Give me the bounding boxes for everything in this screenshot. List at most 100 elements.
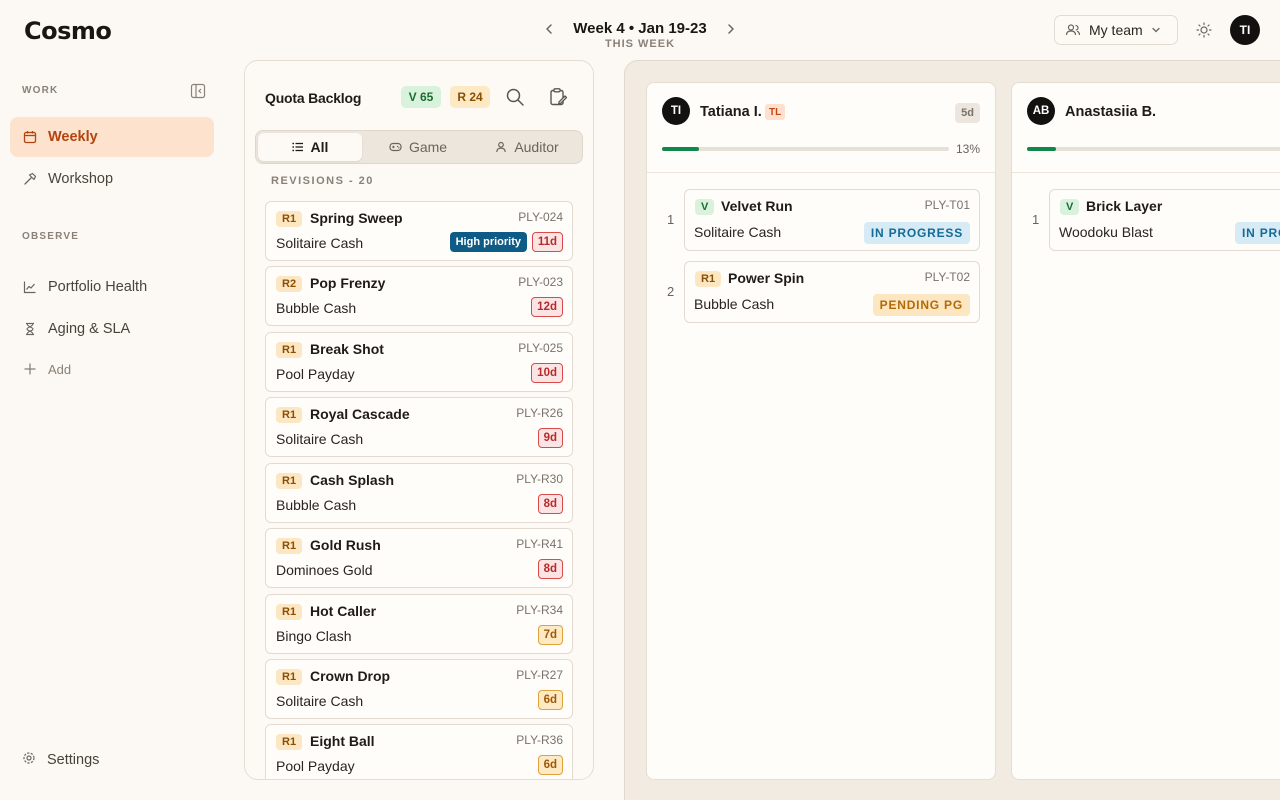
card-game: Pool Payday bbox=[276, 758, 355, 774]
type-tag: V bbox=[695, 199, 715, 215]
column-header: TI Tatiana I. TL 5d 13% bbox=[647, 83, 995, 173]
team-board: TI Tatiana I. TL 5d 13% 1 V Velvet Run P… bbox=[624, 60, 1280, 800]
chevron-left-icon bbox=[546, 24, 552, 34]
settings-label: Settings bbox=[47, 752, 100, 768]
search-icon bbox=[506, 88, 524, 106]
collapse-sidebar-button[interactable] bbox=[190, 83, 206, 99]
revision-tag: R1 bbox=[276, 734, 303, 750]
days-badge: 5d bbox=[955, 103, 980, 123]
backlog-card[interactable]: R1 Cash Splash PLY-R30 Bubble Cash 8d bbox=[265, 463, 573, 523]
card-name: Gold Rush bbox=[310, 537, 381, 553]
task-name: Brick Layer bbox=[1086, 198, 1163, 214]
status-badge: IN PROGRESS bbox=[1235, 222, 1280, 244]
task-name: Power Spin bbox=[728, 270, 805, 286]
card-game: Bubble Cash bbox=[276, 300, 357, 316]
plus-icon bbox=[23, 362, 37, 376]
task-code: PLY-T01 bbox=[924, 198, 970, 212]
tab-label: Game bbox=[408, 139, 448, 155]
backlog-clipboard-button[interactable] bbox=[548, 87, 568, 107]
sidebar-section-observe: OBSERVE bbox=[22, 231, 80, 242]
week-navigator: Week 4 • Jan 19-23 THIS WEEK bbox=[540, 14, 740, 52]
card-game: Bingo Clash bbox=[276, 628, 352, 644]
backlog-card[interactable]: R1 Royal Cascade PLY-R26 Solitaire Cash 9d bbox=[265, 397, 573, 457]
card-code: PLY-025 bbox=[518, 341, 563, 355]
tab-label: All bbox=[310, 139, 329, 155]
week-title: Week 4 • Jan 19-23 bbox=[573, 20, 707, 37]
card-code: PLY-R36 bbox=[516, 733, 563, 747]
card-code: PLY-023 bbox=[518, 275, 563, 289]
member-avatar: TI bbox=[662, 97, 690, 125]
sidebar-item-workshop[interactable]: Workshop bbox=[10, 159, 214, 199]
sidebar-section-work: WORK bbox=[22, 85, 59, 96]
card-name: Break Shot bbox=[310, 341, 384, 357]
progress-fill bbox=[662, 147, 700, 151]
tab-game[interactable]: Game bbox=[366, 133, 470, 161]
card-game: Pool Payday bbox=[276, 366, 355, 382]
v-count-badge: V 65 bbox=[401, 86, 441, 108]
task-card[interactable]: R1 Power Spin PLY-T02 Bubble Cash PENDIN… bbox=[684, 261, 980, 323]
card-code: PLY-R26 bbox=[516, 406, 563, 420]
backlog-card[interactable]: R1 Crown Drop PLY-R27 Solitaire Cash 6d bbox=[265, 659, 573, 719]
sidebar-add-label: Add bbox=[48, 361, 72, 377]
task-card[interactable]: V Brick Layer Woodoku Blast IN PROGRESS bbox=[1049, 189, 1280, 251]
type-tag: R1 bbox=[695, 271, 722, 287]
task-code: PLY-T02 bbox=[924, 270, 970, 284]
sidebar-item-settings[interactable]: Settings bbox=[22, 750, 99, 770]
chevron-down-icon bbox=[1152, 27, 1160, 33]
backlog-search-button[interactable] bbox=[505, 87, 525, 107]
backlog-card[interactable]: R1 Eight Ball PLY-R36 Pool Payday 6d bbox=[265, 724, 573, 779]
hourglass-icon bbox=[23, 322, 37, 336]
logo-text: Cosmo bbox=[24, 17, 112, 45]
board-column-anastasiia: AB Anastasiia B. 1 V Brick Layer Woodoku… bbox=[1011, 82, 1280, 780]
sidebar-item-label: Weekly bbox=[48, 129, 98, 145]
backlog-filter-tabs: All Game Auditor bbox=[255, 130, 583, 164]
task-card[interactable]: V Velvet Run PLY-T01 Solitaire Cash IN P… bbox=[684, 189, 980, 251]
card-game: Solitaire Cash bbox=[276, 431, 364, 447]
card-code: PLY-R27 bbox=[516, 668, 563, 682]
revisions-section-header: REVISIONS - 20 bbox=[271, 175, 374, 187]
task-game: Solitaire Cash bbox=[694, 224, 782, 240]
tab-all[interactable]: All bbox=[258, 133, 362, 161]
row-number: 2 bbox=[667, 284, 675, 299]
sidebar-item-portfolio-health[interactable]: Portfolio Health bbox=[10, 267, 214, 307]
board-column-tatiana: TI Tatiana I. TL 5d 13% 1 V Velvet Run P… bbox=[646, 82, 996, 780]
backlog-card[interactable]: R1 Gold Rush PLY-R41 Dominoes Gold 8d bbox=[265, 528, 573, 588]
team-lead-badge: TL bbox=[765, 104, 786, 120]
age-badge: 7d bbox=[537, 625, 563, 645]
age-badge: 11d bbox=[531, 232, 563, 252]
app-logo[interactable]: Cosmo bbox=[24, 17, 112, 45]
r-count-badge: R 24 bbox=[450, 86, 490, 108]
age-badge: 6d bbox=[537, 755, 563, 775]
sidebar-add-button[interactable]: Add bbox=[10, 349, 214, 389]
member-name[interactable]: Tatiana I. bbox=[700, 104, 762, 120]
card-name: Royal Cascade bbox=[310, 406, 410, 422]
team-selector-label: My team bbox=[1089, 22, 1143, 38]
card-code: PLY-024 bbox=[518, 210, 563, 224]
priority-badge: High priority bbox=[449, 232, 527, 252]
team-selector[interactable]: My team bbox=[1054, 15, 1178, 45]
revision-tag: R1 bbox=[276, 604, 303, 620]
card-name: Eight Ball bbox=[310, 733, 375, 749]
backlog-card[interactable]: R1 Hot Caller PLY-R34 Bingo Clash 7d bbox=[265, 594, 573, 654]
chevron-right-icon bbox=[728, 24, 734, 34]
member-name[interactable]: Anastasiia B. bbox=[1065, 104, 1156, 120]
tab-auditor[interactable]: Auditor bbox=[474, 133, 580, 161]
age-badge: 6d bbox=[537, 690, 563, 710]
card-code: PLY-R30 bbox=[516, 472, 563, 486]
users-icon bbox=[1065, 24, 1081, 36]
list-icon bbox=[291, 142, 303, 152]
backlog-card[interactable]: R1 Break Shot PLY-025 Pool Payday 10d bbox=[265, 332, 573, 392]
card-name: Spring Sweep bbox=[310, 210, 403, 226]
backlog-card[interactable]: R2 Pop Frenzy PLY-023 Bubble Cash 12d bbox=[265, 266, 573, 326]
task-name: Velvet Run bbox=[721, 198, 793, 214]
sidebar-item-weekly[interactable]: Weekly bbox=[10, 117, 214, 157]
user-icon bbox=[496, 141, 507, 153]
backlog-card[interactable]: R1 Spring Sweep PLY-024 Solitaire Cash High … bbox=[265, 201, 573, 261]
card-game: Solitaire Cash bbox=[276, 235, 364, 251]
sidebar-item-aging-sla[interactable]: Aging & SLA bbox=[10, 309, 214, 349]
next-week-button[interactable] bbox=[722, 20, 740, 38]
theme-toggle-button[interactable] bbox=[1193, 19, 1215, 41]
user-avatar[interactable]: TI bbox=[1230, 15, 1260, 45]
previous-week-button[interactable] bbox=[540, 20, 558, 38]
member-progress-bar bbox=[1027, 147, 1280, 151]
